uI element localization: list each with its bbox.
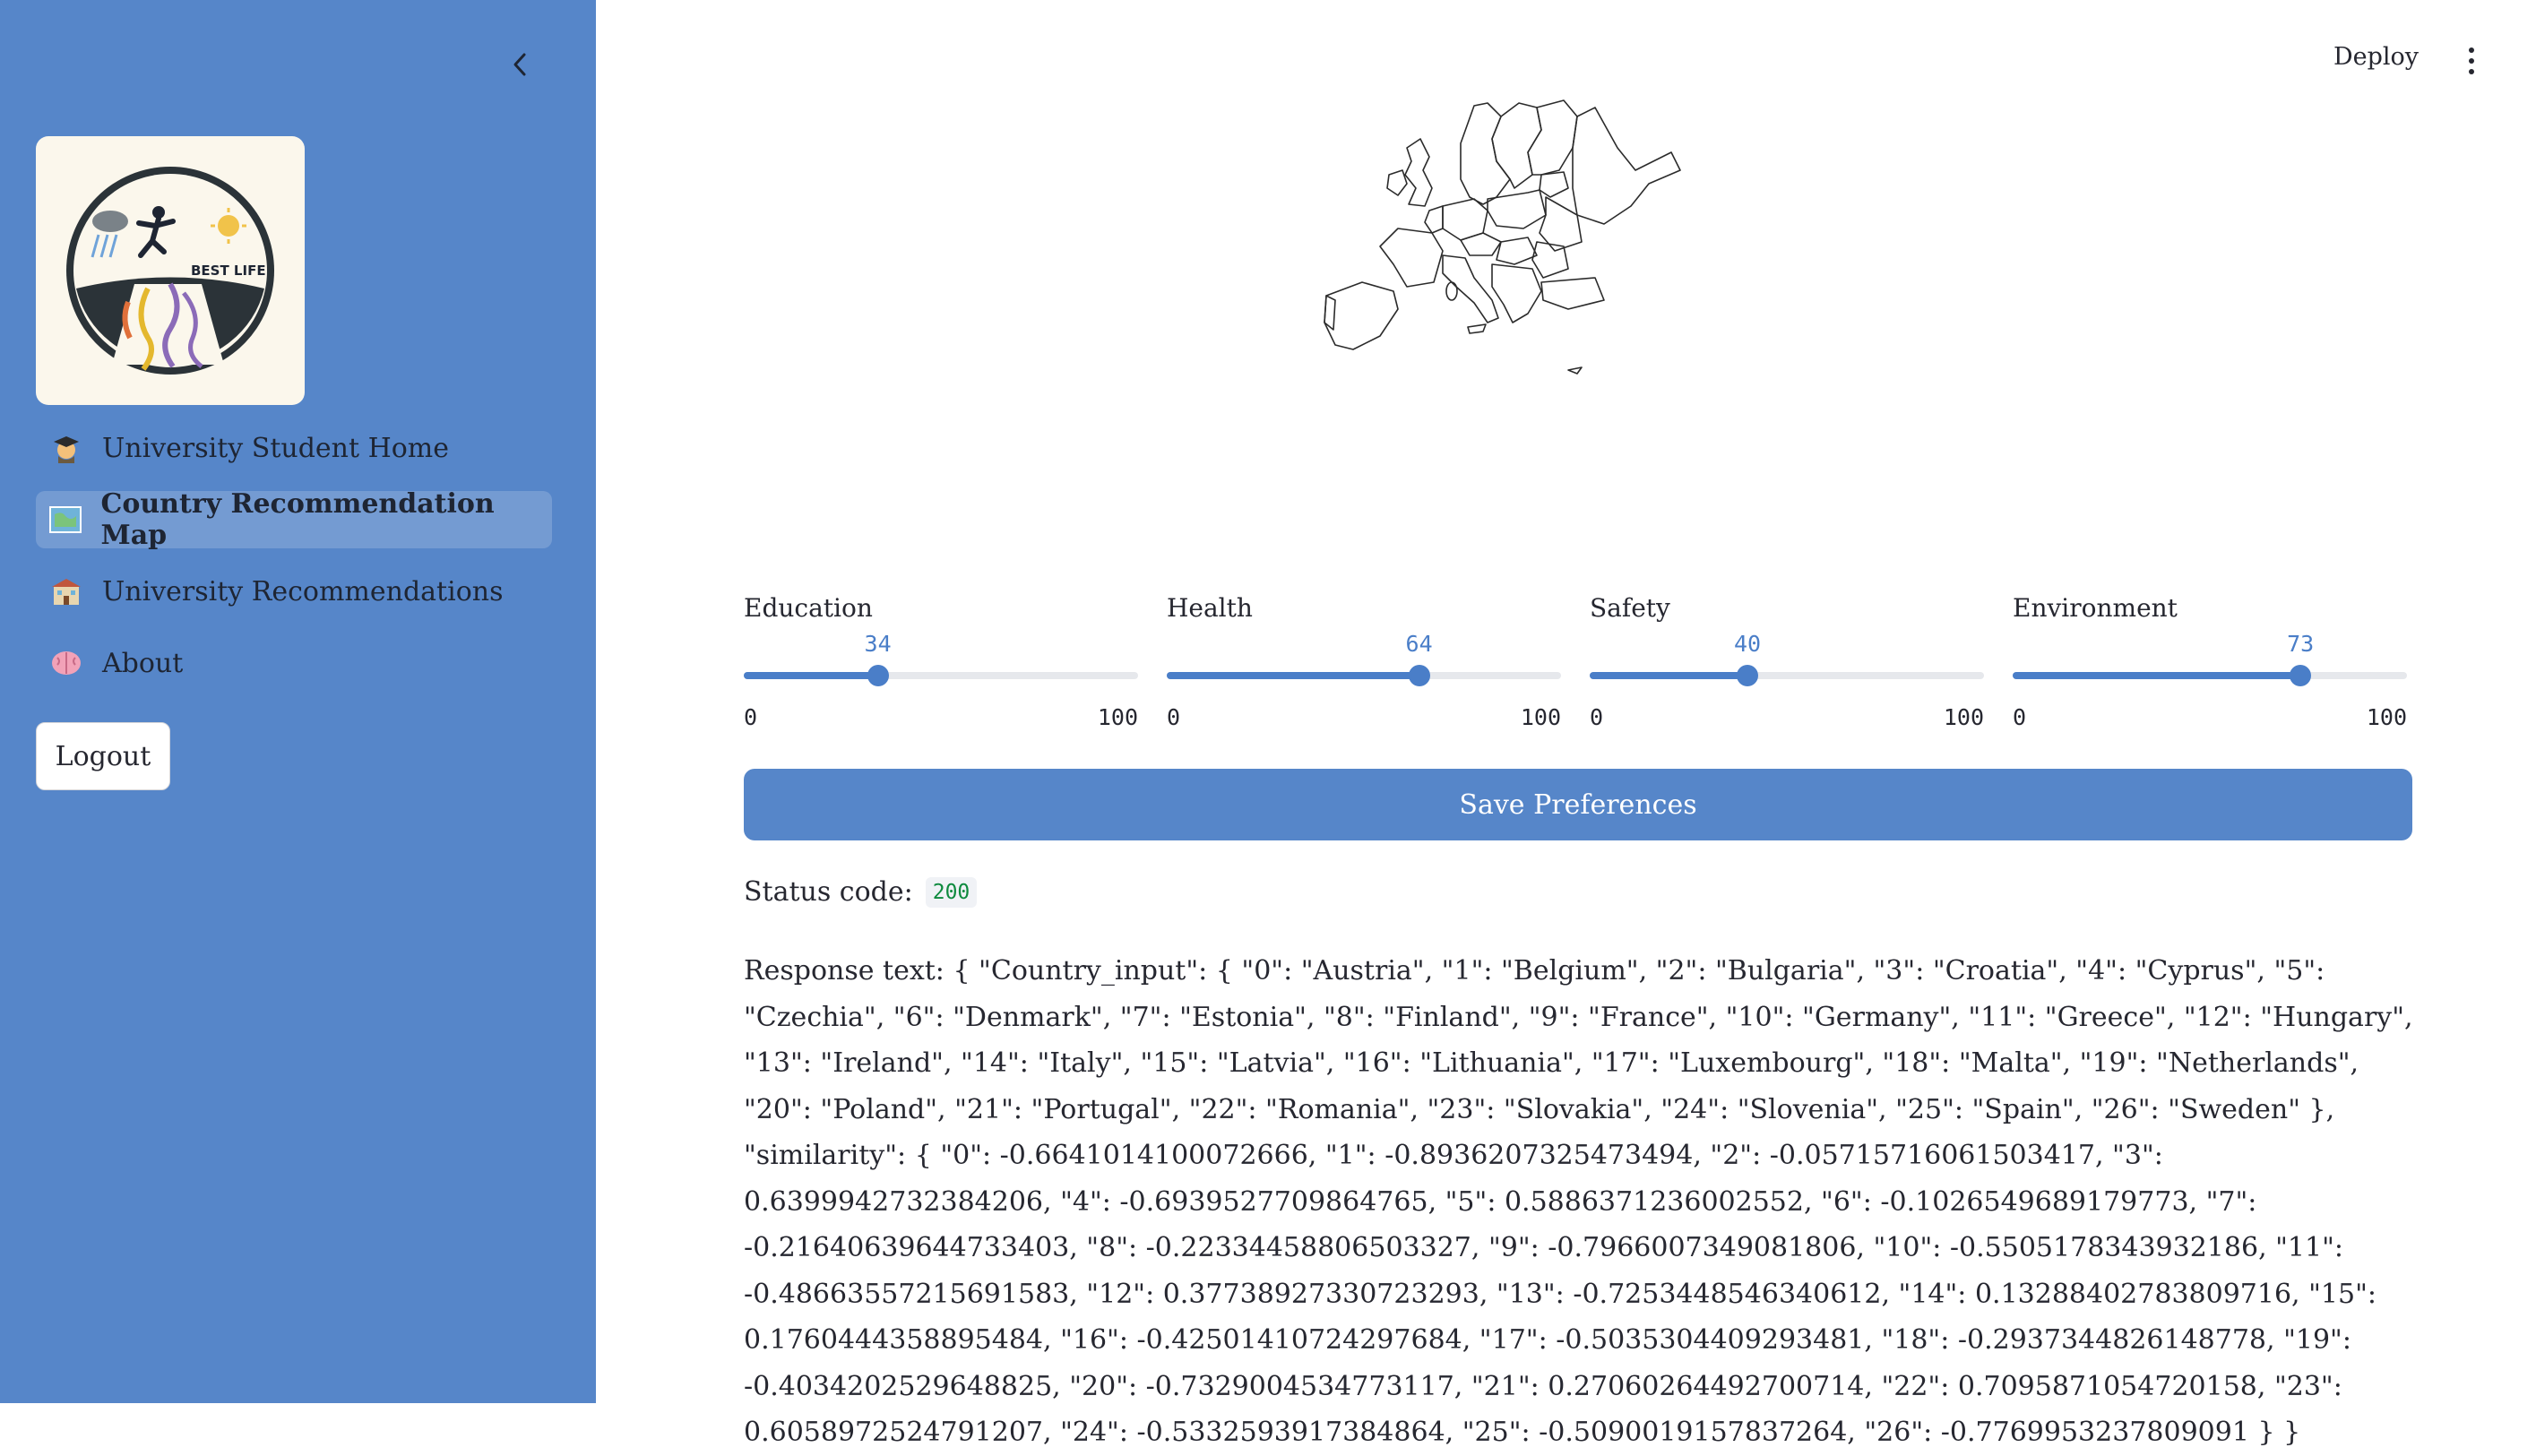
map-emoji-icon (48, 502, 82, 538)
chevron-left-icon (513, 53, 526, 76)
slider-track[interactable] (1590, 665, 1984, 686)
map-region-italy[interactable] (1442, 254, 1499, 323)
education-slider-label: Education (744, 593, 873, 623)
slider-min-label: 0 (1167, 704, 1181, 730)
app-logo: BEST LIFE (36, 136, 305, 405)
sidebar-item-label: Country Recommendation Map (100, 488, 495, 551)
slider-max-label: 100 (1097, 704, 1138, 730)
map-region-norway[interactable] (1460, 102, 1511, 205)
health-slider-label: Health (1167, 593, 1253, 623)
safety-slider-label: Safety (1590, 593, 1670, 623)
map-region-austria-czechia[interactable] (1460, 232, 1502, 256)
slider-fill (2013, 672, 2301, 679)
map-region-romania[interactable] (1531, 241, 1569, 279)
map-region-turkey[interactable] (1540, 277, 1605, 310)
map-region-hungary[interactable] (1496, 237, 1538, 265)
slider-fill (744, 672, 878, 679)
map-region-balkans[interactable] (1491, 263, 1542, 323)
graduate-emoji-icon (48, 430, 84, 466)
sidebar-item-about[interactable]: About (36, 634, 552, 692)
sidebar-item-university-student-home[interactable]: University Student Home (36, 419, 552, 477)
map-region-great-britain[interactable] (1404, 138, 1433, 207)
sidebar-item-university-recommendations[interactable]: University Recommendations (36, 563, 552, 620)
sidebar-item-label: About (102, 647, 184, 679)
slider-min-label: 0 (2013, 704, 2027, 730)
status-code-badge: 200 (925, 876, 978, 908)
slider-max-label: 100 (1520, 704, 1561, 730)
map-region-benelux[interactable] (1424, 205, 1444, 234)
logout-button[interactable]: Logout (36, 722, 170, 790)
sidebar-nav: University Student Home Country Recommen… (36, 419, 552, 706)
map-region-baltics[interactable] (1539, 171, 1569, 198)
map-region-iberia[interactable] (1324, 281, 1399, 350)
slider-thumb[interactable] (1737, 665, 1758, 686)
save-preferences-button[interactable]: Save Preferences (744, 769, 2412, 840)
map-region-poland[interactable] (1487, 189, 1547, 229)
status-label: Status code: (744, 876, 913, 908)
sidebar-item-label: University Student Home (102, 432, 449, 464)
slider-thumb[interactable] (867, 665, 889, 686)
slider-fill (1590, 672, 1747, 679)
slider-thumb[interactable] (1408, 665, 1430, 686)
kebab-menu-icon[interactable] (2459, 43, 2484, 79)
health-slider-value: 64 (1405, 631, 1433, 657)
map-region-corsica-sardinia[interactable] (1445, 281, 1458, 301)
slider-min-label: 0 (744, 704, 758, 730)
brain-emoji-icon (48, 645, 84, 681)
map-region-finland[interactable] (1527, 99, 1578, 176)
sidebar-item-country-recommendation-map[interactable]: Country Recommendation Map (36, 488, 552, 551)
logo-text: BEST LIFE (191, 263, 266, 279)
map-region-ireland[interactable] (1386, 169, 1408, 196)
slider-max-label: 100 (1943, 704, 1984, 730)
slider-max-label: 100 (2366, 704, 2407, 730)
sidebar: BEST LIFE University Student Home Countr… (0, 0, 596, 1403)
map-region-cyprus[interactable] (1567, 366, 1583, 375)
environment-slider-value: 73 (2287, 631, 2315, 657)
slider-thumb[interactable] (2290, 665, 2312, 686)
safety-slider[interactable]: Safety 40 0 100 (1590, 593, 1984, 737)
map-region-portugal[interactable] (1324, 295, 1336, 331)
map-region-france[interactable] (1379, 228, 1444, 288)
slider-min-label: 0 (1590, 704, 1604, 730)
sidebar-item-label: University Recommendations (102, 575, 504, 607)
slider-track[interactable] (2013, 665, 2407, 686)
school-emoji-icon (48, 573, 84, 609)
status-line: Status code: 200 (744, 876, 978, 908)
environment-slider-label: Environment (2013, 593, 2178, 623)
collapse-sidebar-button[interactable] (504, 47, 536, 82)
slider-fill (1167, 672, 1419, 679)
safety-slider-value: 40 (1733, 631, 1762, 657)
education-slider-value: 34 (864, 631, 892, 657)
health-slider[interactable]: Health 64 0 100 (1167, 593, 1561, 737)
map-region-sicily[interactable] (1467, 323, 1487, 334)
slider-track[interactable] (744, 665, 1138, 686)
map-region-russia[interactable] (1572, 107, 1681, 225)
education-slider[interactable]: Education 34 0 100 (744, 593, 1138, 737)
deploy-button[interactable]: Deploy (2333, 43, 2419, 79)
response-text: Response text: { "Country_input": { "0":… (744, 955, 2413, 1448)
slider-track[interactable] (1167, 665, 1561, 686)
europe-map[interactable] (1308, 99, 1774, 385)
best-life-logo: BEST LIFE (66, 167, 274, 375)
environment-slider[interactable]: Environment 73 0 100 (2013, 593, 2407, 737)
